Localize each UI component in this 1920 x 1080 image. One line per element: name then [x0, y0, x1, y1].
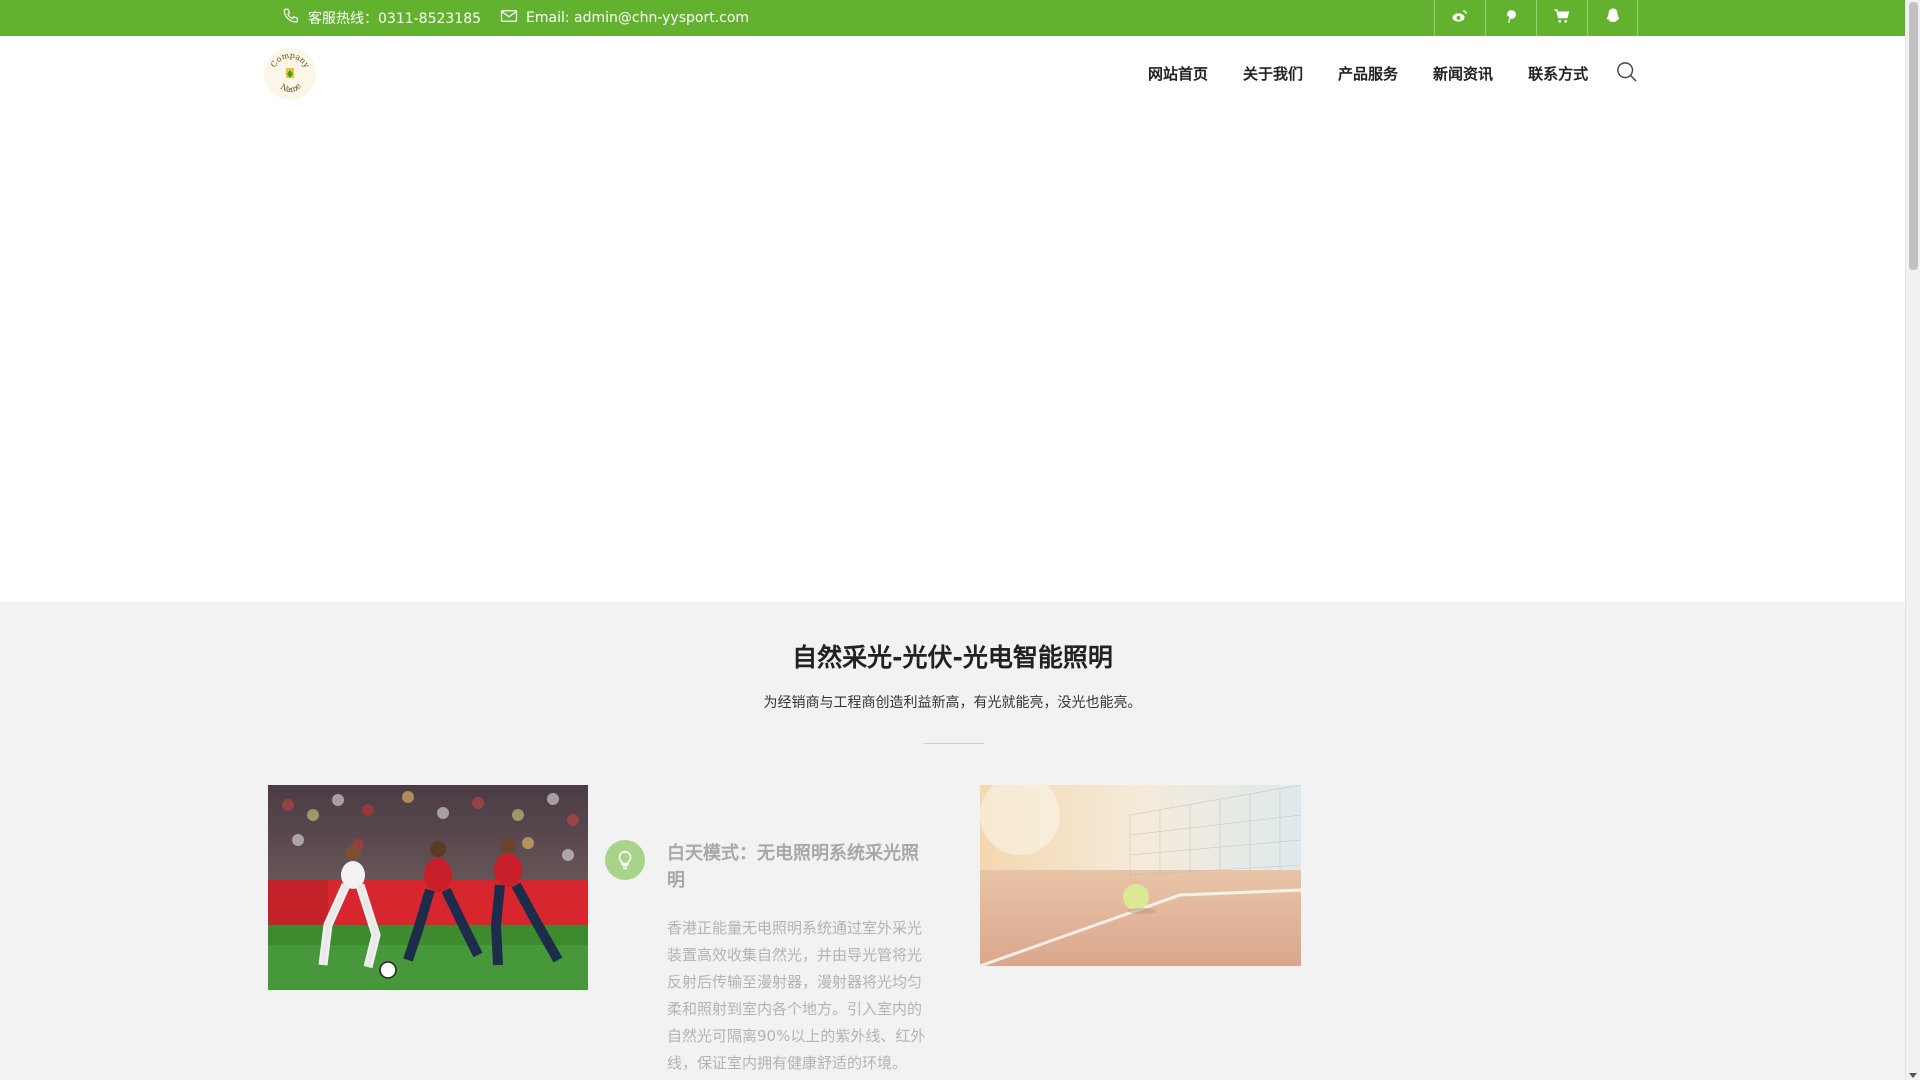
scroll-down-arrow-icon[interactable]	[1909, 1073, 1917, 1078]
nav-products[interactable]: 产品服务	[1338, 63, 1398, 84]
soccer-image[interactable]	[268, 785, 588, 990]
site-header: Company Name 网站首页 关于我们 产品服务 新闻资讯 联系方式	[0, 36, 1905, 114]
lightbulb-icon	[605, 840, 645, 880]
pinterest-icon	[1502, 7, 1520, 29]
weibo-icon	[1451, 7, 1469, 29]
nav-news[interactable]: 新闻资讯	[1433, 63, 1493, 84]
cart-button[interactable]	[1536, 0, 1587, 36]
feature-title: 白天模式：无电照明系统采光照明	[667, 843, 919, 891]
feature-section: 自然采光-光伏-光电智能照明 为经销商与工程商创造利益新高，有光就能亮，没光也能…	[0, 602, 1905, 1080]
main-nav: 网站首页 关于我们 产品服务 新闻资讯 联系方式	[1148, 36, 1623, 110]
tennis-image[interactable]	[980, 785, 1301, 966]
section-divider	[924, 743, 984, 744]
nav-about[interactable]: 关于我们	[1243, 63, 1303, 84]
qq-icon	[1604, 7, 1622, 29]
section-title: 自然采光-光伏-光电智能照明	[792, 643, 1113, 672]
cart-icon	[1553, 7, 1571, 29]
hotline: 客服热线：0311-8523185	[282, 0, 481, 36]
mail-icon	[500, 7, 518, 29]
pinterest-button[interactable]	[1485, 0, 1536, 36]
email-text[interactable]: Email: admin@chn-yysport.com	[526, 10, 749, 26]
email-contact: Email: admin@chn-yysport.com	[500, 0, 749, 36]
weibo-button[interactable]	[1434, 0, 1485, 36]
nav-home[interactable]: 网站首页	[1148, 63, 1208, 84]
nav-contact[interactable]: 联系方式	[1528, 63, 1588, 84]
top-bar: 客服热线：0311-8523185 Email: admin@chn-yyspo…	[0, 0, 1905, 36]
phone-icon	[282, 7, 300, 29]
social-links	[1434, 0, 1638, 36]
section-subtitle: 为经销商与工程商创造利益新高，有光就能亮，没光也能亮。	[763, 695, 1142, 711]
logo[interactable]: Company Name	[264, 48, 316, 100]
hero-banner	[0, 114, 1905, 602]
hotline-text: 客服热线：0311-8523185	[308, 11, 482, 27]
search-icon[interactable]	[1616, 61, 1638, 83]
scrollbar-thumb[interactable]	[1909, 2, 1918, 270]
page-scrollbar[interactable]	[1905, 0, 1920, 1080]
qq-button[interactable]	[1587, 0, 1638, 36]
feature-text: 香港正能量无电照明系统通过室外采光装置高效收集自然光，并由导光管将光反射后传输至…	[667, 919, 926, 1072]
